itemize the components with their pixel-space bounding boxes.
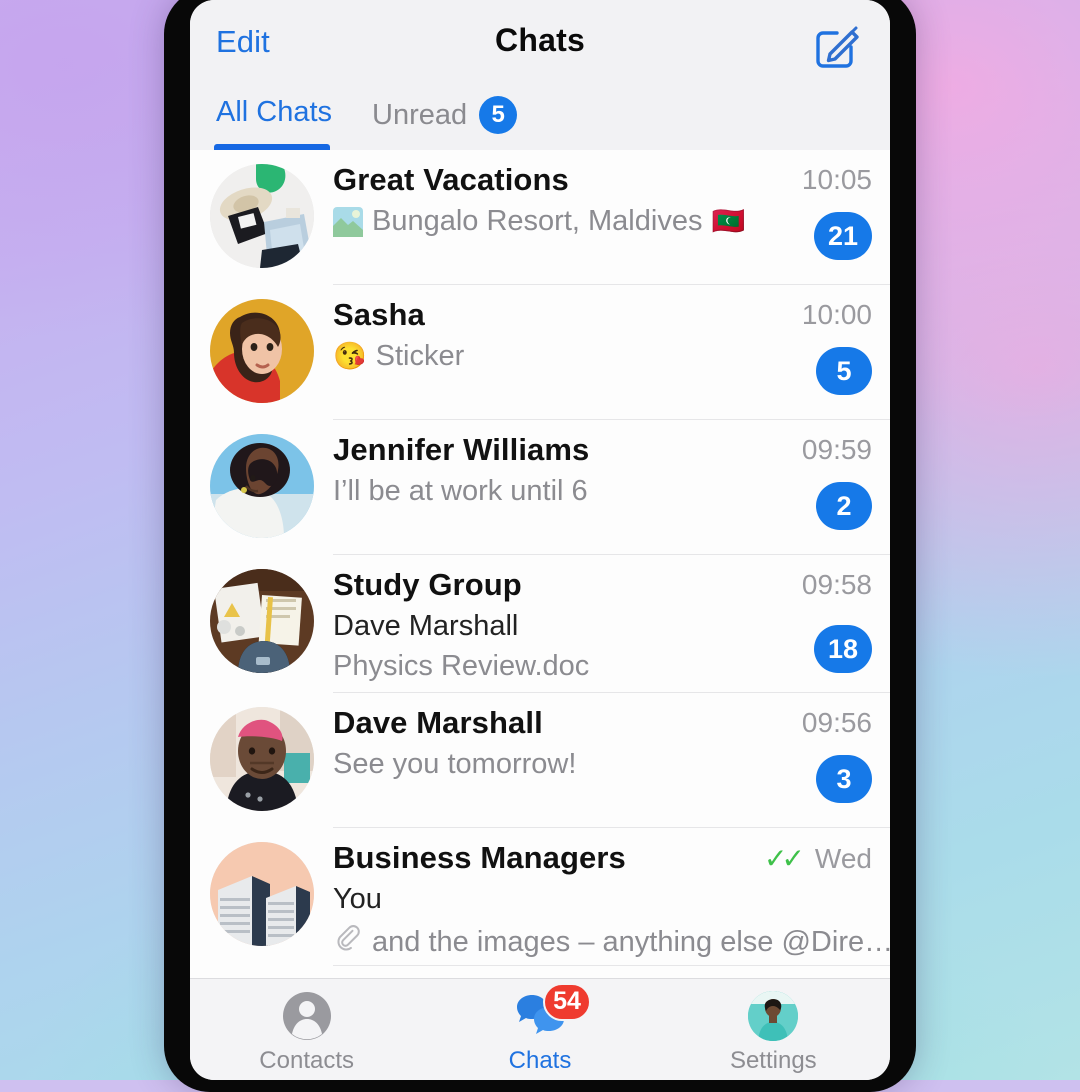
list-separator <box>333 965 890 966</box>
person-circle-icon <box>280 989 334 1043</box>
list-item[interactable]: Business Managers You and the images – a… <box>190 828 890 966</box>
chat-sender-text: Dave Marshall <box>333 610 518 643</box>
list-item[interactable]: Great Vacations Bungalo Resort, Maldives… <box>190 150 890 285</box>
chat-preview-text: Physics Review.doc <box>333 650 589 683</box>
unread-count-badge: 2 <box>816 482 872 530</box>
tab-chats-label: Chats <box>509 1047 572 1075</box>
avatar <box>210 299 314 403</box>
chat-timestamp: 09:58 <box>802 569 872 601</box>
avatar <box>210 569 314 673</box>
chat-timestamp: 09:59 <box>802 434 872 466</box>
chat-preview-line: and the images – anything else @Dire… <box>333 923 872 961</box>
phone-frame: Edit Chats All Chats Unread 5 <box>164 0 916 1092</box>
chat-timestamp: ✓✓ Wed <box>764 842 872 875</box>
chat-timestamp: 10:00 <box>802 299 872 331</box>
list-item-body: Great Vacations Bungalo Resort, Maldives… <box>333 162 872 285</box>
list-item-body: Sasha 😘 Sticker 10:00 5 <box>333 297 872 420</box>
chat-sender-name: You <box>333 883 872 916</box>
chat-bubbles-icon: 54 <box>513 989 567 1043</box>
tab-unread-label: Unread <box>372 99 467 132</box>
compose-icon[interactable] <box>810 16 866 72</box>
bottom-tab-bar: Contacts 54 Chats <box>190 978 890 1080</box>
flag-maldives-icon: 🇲🇻 <box>711 208 745 235</box>
chat-list[interactable]: Great Vacations Bungalo Resort, Maldives… <box>190 150 890 978</box>
avatar <box>210 707 314 811</box>
chat-preview-line: I’ll be at work until 6 <box>333 475 872 508</box>
avatar <box>210 842 314 946</box>
list-item-body: Jennifer Williams I’ll be at work until … <box>333 432 872 555</box>
page-title: Chats <box>190 22 890 59</box>
tab-unread[interactable]: Unread 5 <box>372 96 517 134</box>
profile-avatar-icon <box>746 989 800 1043</box>
tab-all-chats-label: All Chats <box>216 96 332 129</box>
chat-preview-text: Sticker <box>376 340 465 373</box>
chat-preview-text: See you tomorrow! <box>333 748 576 781</box>
chat-name: Sasha <box>333 297 872 333</box>
chat-preview-text: Bungalo Resort, Maldives <box>372 205 702 238</box>
paperclip-icon <box>333 923 363 961</box>
chat-preview-line: 😘 Sticker <box>333 340 872 373</box>
navigation-bar: Edit Chats <box>190 0 890 88</box>
chat-preview-text: I’ll be at work until 6 <box>333 475 588 508</box>
photo-thumbnail-icon <box>333 207 363 237</box>
tab-all-chats[interactable]: All Chats <box>216 96 332 129</box>
unread-count-badge: 21 <box>814 212 872 260</box>
list-item-body: Dave Marshall See you tomorrow! 09:56 3 <box>333 705 872 828</box>
chat-sender-name: Dave Marshall <box>333 610 872 643</box>
chat-preview-line: Bungalo Resort, Maldives 🇲🇻 <box>333 205 872 238</box>
tab-unread-count-badge: 5 <box>479 96 517 134</box>
list-item[interactable]: Sasha 😘 Sticker 10:00 5 <box>190 285 890 420</box>
avatar <box>210 164 314 268</box>
chat-preview-line: See you tomorrow! <box>333 748 872 781</box>
chat-filter-tabs: All Chats Unread 5 <box>190 88 890 150</box>
chat-name: Study Group <box>333 567 872 603</box>
unread-count-badge: 5 <box>816 347 872 395</box>
chat-timestamp: 09:56 <box>802 707 872 739</box>
tab-settings-label: Settings <box>730 1047 817 1075</box>
chat-name: Great Vacations <box>333 162 872 198</box>
list-item[interactable]: Dave Marshall See you tomorrow! 09:56 3 <box>190 693 890 828</box>
list-item-body: Business Managers You and the images – a… <box>333 840 872 966</box>
list-item[interactable]: Study Group Dave Marshall Physics Review… <box>190 555 890 693</box>
list-item-body: Study Group Dave Marshall Physics Review… <box>333 567 872 693</box>
chat-name: Dave Marshall <box>333 705 872 741</box>
chat-preview-line: Physics Review.doc <box>333 650 872 683</box>
chat-timestamp: 10:05 <box>802 164 872 196</box>
avatar <box>748 991 798 1041</box>
chat-preview-text: and the images – anything else @Dire… <box>372 926 890 959</box>
avatar <box>210 434 314 538</box>
phone-screen: Edit Chats All Chats Unread 5 <box>190 0 890 1080</box>
list-item[interactable]: Jennifer Williams I’ll be at work until … <box>190 420 890 555</box>
read-receipt-icon: ✓✓ <box>764 842 799 875</box>
chats-unread-badge: 54 <box>543 983 591 1021</box>
unread-count-badge: 3 <box>816 755 872 803</box>
tab-settings[interactable]: Settings <box>657 979 890 1080</box>
chat-sender-text: You <box>333 883 382 916</box>
kissing-face-emoji-icon: 😘 <box>333 343 367 370</box>
tab-contacts-label: Contacts <box>259 1047 354 1075</box>
chat-timestamp-text: Wed <box>815 843 872 875</box>
unread-count-badge: 18 <box>814 625 872 673</box>
tab-chats[interactable]: 54 Chats <box>423 979 656 1080</box>
tab-contacts[interactable]: Contacts <box>190 979 423 1080</box>
chat-name: Jennifer Williams <box>333 432 872 468</box>
